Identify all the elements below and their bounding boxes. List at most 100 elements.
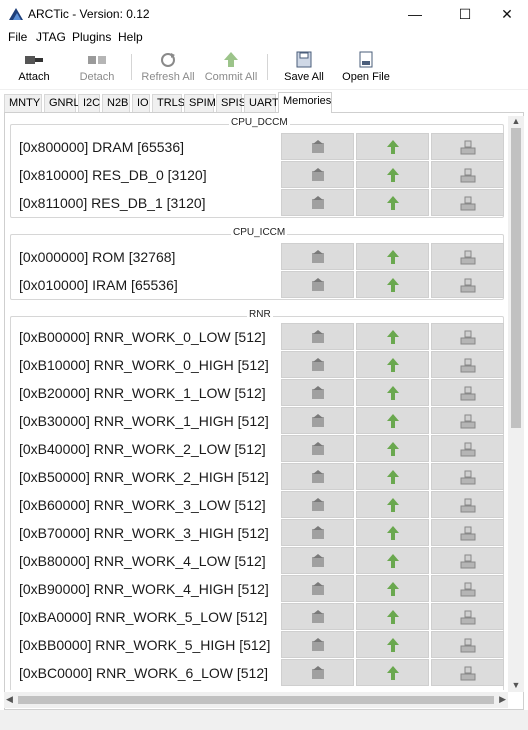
memory-label: [0x811000] RES_DB_1 [3120]	[19, 195, 206, 211]
save-button[interactable]	[431, 189, 504, 216]
commit-button[interactable]	[356, 189, 429, 216]
save-all-button[interactable]: Save All	[282, 48, 326, 88]
save-button[interactable]	[431, 133, 504, 160]
save-button[interactable]	[431, 631, 504, 658]
commit-button[interactable]	[356, 435, 429, 462]
save-button[interactable]	[431, 547, 504, 574]
refresh-button[interactable]	[281, 659, 354, 686]
refresh-button[interactable]	[281, 435, 354, 462]
commit-button[interactable]	[356, 575, 429, 602]
tab-spis[interactable]: SPIS	[216, 94, 246, 112]
commit-button[interactable]	[356, 379, 429, 406]
menu-jtag[interactable]: JTAG	[36, 30, 66, 44]
commit-button[interactable]	[356, 631, 429, 658]
horizontal-scrollbar[interactable]: ◀ ▶	[4, 692, 508, 708]
refresh-button[interactable]	[281, 351, 354, 378]
refresh-button[interactable]	[281, 243, 354, 270]
memory-row: [0x010000] IRAM [65536]	[11, 271, 505, 299]
commit-button[interactable]	[356, 547, 429, 574]
save-button[interactable]	[431, 379, 504, 406]
refresh-button[interactable]	[281, 491, 354, 518]
commit-up-arrow-icon	[386, 329, 399, 344]
memory-label: [0x000000] ROM [32768]	[19, 249, 176, 265]
refresh-button[interactable]	[281, 271, 354, 298]
menu-help[interactable]: Help	[118, 30, 143, 44]
commit-all-button[interactable]: Commit All	[202, 48, 260, 88]
scroll-right-arrow-icon[interactable]: ▶	[499, 694, 506, 705]
commit-button[interactable]	[356, 243, 429, 270]
refresh-button[interactable]	[281, 631, 354, 658]
tab-uart[interactable]: UART	[244, 94, 279, 112]
close-button[interactable]: ✕	[484, 0, 528, 28]
maximize-button[interactable]: ☐	[442, 0, 488, 28]
commit-button[interactable]	[356, 351, 429, 378]
refresh-button[interactable]	[281, 407, 354, 434]
commit-button[interactable]	[356, 271, 429, 298]
save-button[interactable]	[431, 575, 504, 602]
commit-button[interactable]	[356, 603, 429, 630]
refresh-button[interactable]	[281, 161, 354, 188]
save-drive-icon	[460, 140, 475, 154]
save-button[interactable]	[431, 603, 504, 630]
commit-button[interactable]	[356, 133, 429, 160]
detach-button[interactable]: Detach	[76, 48, 118, 88]
vertical-scroll-thumb[interactable]	[511, 128, 521, 428]
refresh-button[interactable]	[281, 323, 354, 350]
commit-button[interactable]	[356, 659, 429, 686]
commit-button[interactable]	[356, 407, 429, 434]
scroll-up-arrow-icon[interactable]: ▲	[508, 116, 524, 128]
commit-button[interactable]	[356, 463, 429, 490]
minimize-button[interactable]: —	[392, 0, 438, 28]
refresh-button[interactable]	[281, 133, 354, 160]
refresh-button[interactable]	[281, 547, 354, 574]
save-button[interactable]	[431, 161, 504, 188]
save-button[interactable]	[431, 463, 504, 490]
save-button[interactable]	[431, 659, 504, 686]
refresh-button[interactable]	[281, 379, 354, 406]
menu-plugins[interactable]: Plugins	[72, 30, 111, 44]
tab-spim[interactable]: SPIM	[184, 94, 216, 112]
tab-mnty[interactable]: MNTY	[4, 94, 42, 112]
refresh-button[interactable]	[281, 519, 354, 546]
save-button[interactable]	[431, 519, 504, 546]
menu-file[interactable]: File	[8, 30, 27, 44]
refresh-icon	[311, 497, 324, 511]
save-button[interactable]	[431, 351, 504, 378]
memory-row: [0xBC0000] RNR_WORK_6_LOW [512]	[11, 659, 505, 687]
horizontal-scroll-thumb[interactable]	[18, 696, 494, 704]
save-drive-icon	[460, 250, 475, 264]
refresh-all-button[interactable]: Refresh All	[140, 48, 196, 88]
scroll-down-arrow-icon[interactable]: ▼	[508, 680, 524, 692]
memory-label: [0xB80000] RNR_WORK_4_LOW [512]	[19, 553, 266, 569]
tab-memories[interactable]: Memories	[278, 92, 332, 113]
save-button[interactable]	[431, 435, 504, 462]
vertical-scrollbar[interactable]: ▲ ▼	[508, 116, 524, 692]
attach-button[interactable]: Attach	[14, 48, 54, 88]
save-button[interactable]	[431, 323, 504, 350]
commit-button[interactable]	[356, 519, 429, 546]
commit-button[interactable]	[356, 491, 429, 518]
save-button[interactable]	[431, 243, 504, 270]
commit-up-arrow-icon	[386, 249, 399, 264]
refresh-button[interactable]	[281, 575, 354, 602]
tab-trls[interactable]: TRLS	[152, 94, 185, 112]
tab-n2b[interactable]: N2B	[102, 94, 130, 112]
save-button[interactable]	[431, 271, 504, 298]
refresh-button[interactable]	[281, 463, 354, 490]
group-rnr: RNR [0xB00000] RNR_WORK_0_LOW [512] [0xB…	[10, 309, 505, 690]
commit-button[interactable]	[356, 161, 429, 188]
refresh-button[interactable]	[281, 189, 354, 216]
memory-label: [0xB70000] RNR_WORK_3_HIGH [512]	[19, 525, 269, 541]
open-file-button[interactable]: Open File	[340, 48, 392, 88]
tab-io[interactable]: IO	[132, 94, 150, 112]
scroll-left-arrow-icon[interactable]: ◀	[6, 694, 13, 705]
tab-gnrl[interactable]: GNRL	[44, 94, 80, 112]
save-button[interactable]	[431, 407, 504, 434]
commit-button[interactable]	[356, 323, 429, 350]
commit-up-arrow-icon	[386, 525, 399, 540]
save-drive-icon	[460, 168, 475, 182]
tab-i2c[interactable]: I2C	[78, 94, 100, 112]
save-button[interactable]	[431, 491, 504, 518]
commit-up-arrow-icon	[386, 139, 399, 154]
refresh-button[interactable]	[281, 603, 354, 630]
